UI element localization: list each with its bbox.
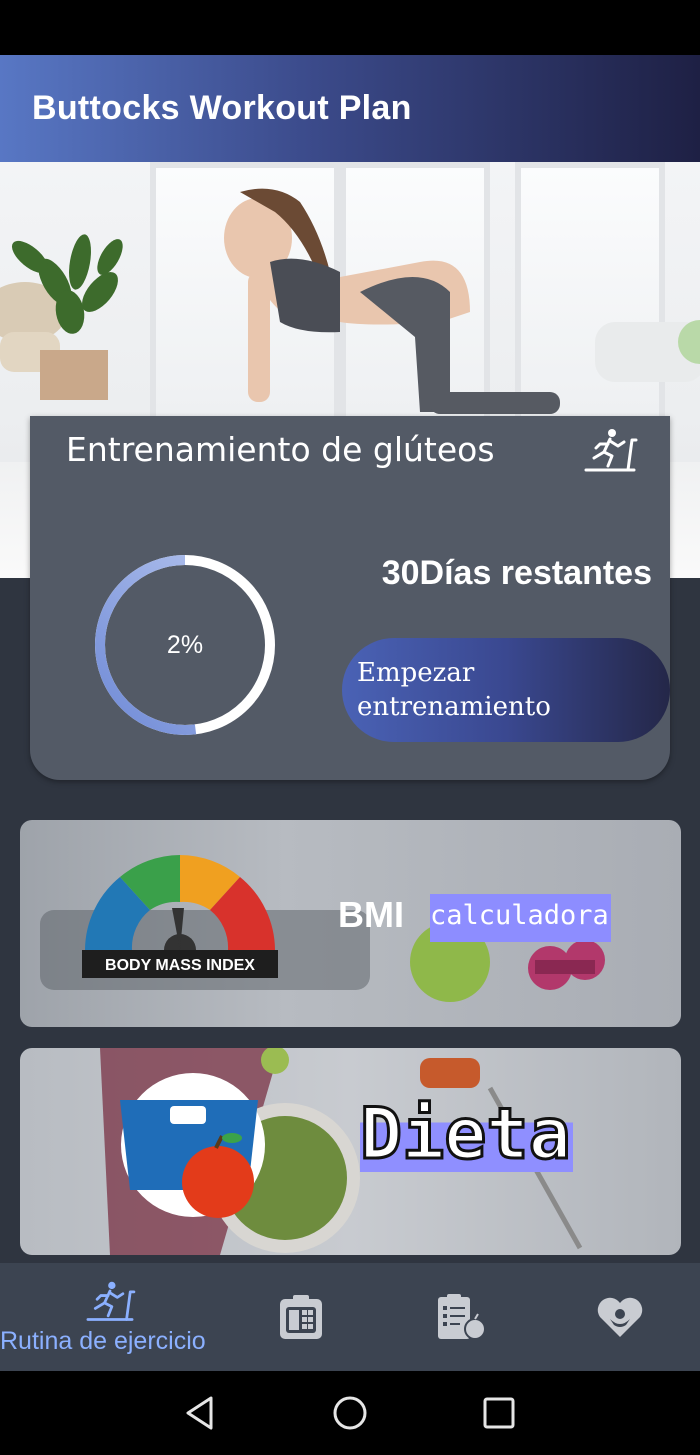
scale-apple-icon [120, 1073, 265, 1218]
bmi-label: BMI [338, 894, 404, 935]
diet-card[interactable]: Dieta [20, 1048, 681, 1255]
bmi-calculator-card[interactable]: BODY MASS INDEX BMI calculadora [20, 820, 681, 1027]
runner-icon [86, 1281, 136, 1321]
nav-label-exercise-routine: Rutina de ejercicio [0, 1327, 206, 1355]
nav-item-bmi[interactable] [260, 1263, 342, 1371]
recents-icon[interactable] [482, 1396, 516, 1430]
start-workout-button[interactable]: Empezar entrenamiento [342, 638, 670, 742]
progress-percent: 2% [166, 631, 204, 659]
status-bar [0, 0, 700, 55]
nav-item-diet[interactable] [420, 1263, 502, 1371]
bmi-gauge-icon: BODY MASS INDEX [82, 855, 278, 978]
workout-card[interactable]: Entrenamiento de glúteos 2% 30Días resta… [30, 416, 670, 780]
treadmill-runner-icon [584, 429, 638, 472]
health-heart-icon [597, 1297, 643, 1337]
system-navigation-bar [0, 1371, 700, 1455]
bottom-navigation: Rutina de ejercicio [0, 1263, 700, 1371]
nav-item-health[interactable] [580, 1263, 662, 1371]
gauge-caption: BODY MASS INDEX [105, 957, 255, 974]
nav-item-exercise-routine[interactable]: Rutina de ejercicio [0, 1263, 225, 1371]
home-icon[interactable] [332, 1395, 368, 1431]
app-title: Buttocks Workout Plan [32, 89, 412, 127]
days-remaining: 30Días restantes [381, 554, 652, 592]
start-button-label-line1: Empezar [357, 658, 475, 688]
back-icon[interactable] [183, 1395, 217, 1431]
bmi-calculator-label: calculadora [430, 894, 611, 942]
app-bar: Buttocks Workout Plan [0, 55, 700, 162]
diet-label: Dieta [359, 1093, 573, 1175]
diet-checklist-icon [438, 1294, 486, 1340]
calculator-clipboard-icon [280, 1295, 322, 1339]
start-button-label-line2: entrenamiento [357, 692, 551, 722]
workout-title: Entrenamiento de glúteos [66, 430, 495, 469]
